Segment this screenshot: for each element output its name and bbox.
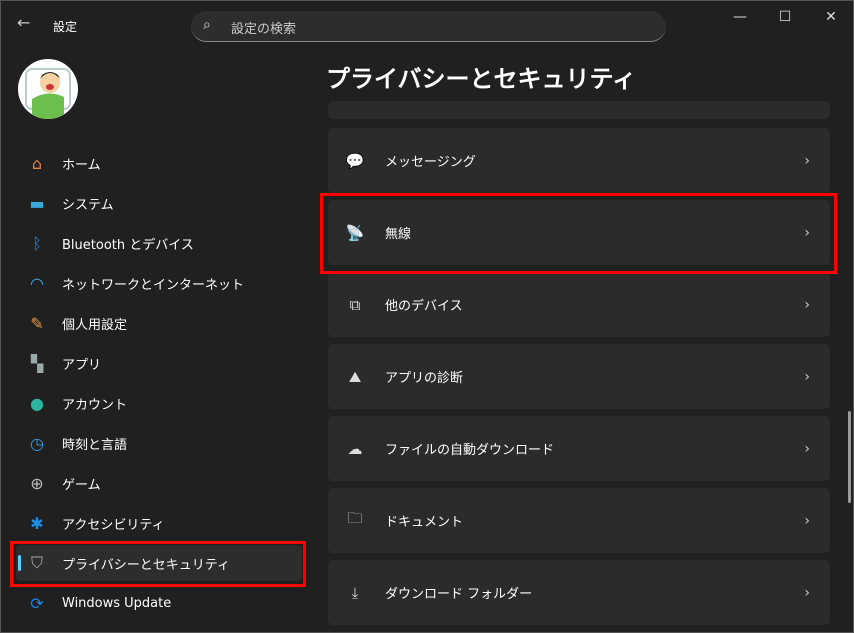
sidebar-item-label: アカウント xyxy=(62,397,128,413)
search-icon: ⌕ xyxy=(203,17,211,33)
sidebar-item-label: 時刻と言語 xyxy=(62,437,128,453)
settings-card[interactable]: ☁ ファイルの自動ダウンロード › xyxy=(328,416,830,481)
sidebar-item-label: Windows Update xyxy=(62,595,172,611)
chevron-right-icon: › xyxy=(804,512,810,529)
chevron-right-icon: › xyxy=(804,152,810,169)
scrollbar[interactable] xyxy=(848,411,851,503)
sidebar-item[interactable]: ▬ システム xyxy=(16,185,302,221)
highlight-box xyxy=(10,541,306,587)
chevron-right-icon: › xyxy=(804,584,810,601)
search-input[interactable]: ⌕ 設定の検索 xyxy=(191,11,666,42)
sidebar-item[interactable]: ⌂ ホーム xyxy=(16,145,302,181)
chevron-right-icon: › xyxy=(804,440,810,457)
settings-card[interactable]: ⛰ アプリの診断 › xyxy=(328,344,830,409)
back-icon[interactable]: ← xyxy=(17,13,30,32)
sidebar-item-label: 個人用設定 xyxy=(62,317,128,333)
settings-card[interactable]: 🗀 ドキュメント › xyxy=(328,488,830,553)
sidebar-item[interactable]: ⟳ Windows Update xyxy=(16,585,302,621)
message-icon: 💬 xyxy=(345,151,365,170)
sidebar-item-label: アプリ xyxy=(62,357,102,373)
cloud-icon: ☁ xyxy=(347,439,363,458)
sidebar-item[interactable]: ▚ アプリ xyxy=(16,345,302,381)
sidebar-item[interactable]: ✱ アクセシビリティ xyxy=(16,505,302,541)
window-title: 設定 xyxy=(53,20,78,34)
sidebar-item-label: システム xyxy=(62,197,114,213)
sidebar-item-label: ネットワークとインターネット xyxy=(62,277,245,293)
sidebar-item-label: Bluetooth とデバイス xyxy=(62,237,194,253)
card-label: メッセージング xyxy=(385,155,476,170)
wifi-icon: ◠ xyxy=(30,273,44,293)
settings-card[interactable]: ⤓ ダウンロード フォルダー › xyxy=(328,560,830,625)
bluetooth-icon: ᛒ xyxy=(32,233,42,253)
home-icon: ⌂ xyxy=(31,153,43,173)
card-label: アプリの診断 xyxy=(385,371,464,386)
gamepad-icon: ⊕ xyxy=(30,473,44,493)
settings-card[interactable]: 💬 メッセージング › xyxy=(328,128,830,193)
chevron-right-icon: › xyxy=(804,368,810,385)
card-label: ダウンロード フォルダー xyxy=(385,587,533,602)
accessibility-icon: ✱ xyxy=(30,513,44,533)
sidebar-item[interactable]: ✎ 個人用設定 xyxy=(16,305,302,341)
devices-icon: ⧉ xyxy=(349,295,361,314)
diagnostics-icon: ⛰ xyxy=(348,367,362,386)
card-partial[interactable] xyxy=(328,101,830,119)
card-label: 他のデバイス xyxy=(385,299,463,314)
settings-card[interactable]: ⧉ 他のデバイス › xyxy=(328,272,830,337)
system-icon: ▬ xyxy=(29,193,45,213)
sidebar-item[interactable]: ⊕ ゲーム xyxy=(16,465,302,501)
sidebar-item-label: ゲーム xyxy=(62,477,101,493)
sidebar-item[interactable]: ◷ 時刻と言語 xyxy=(16,425,302,461)
apps-icon: ▚ xyxy=(30,353,44,373)
page-title: プライバシーとセキュリティ xyxy=(326,65,637,93)
brush-icon: ✎ xyxy=(30,313,44,333)
card-label: ドキュメント xyxy=(385,515,464,530)
download-folder-icon: ⤓ xyxy=(351,583,359,602)
card-label: ファイルの自動ダウンロード xyxy=(385,443,555,458)
search-placeholder: 設定の検索 xyxy=(231,22,297,37)
time-language-icon: ◷ xyxy=(30,433,44,453)
sidebar-item[interactable]: ◠ ネットワークとインターネット xyxy=(16,265,302,301)
account-icon: ● xyxy=(30,393,44,413)
avatar[interactable] xyxy=(18,59,78,119)
minimize-button[interactable]: — xyxy=(725,9,755,25)
sidebar-item-label: アクセシビリティ xyxy=(62,517,165,533)
documents-icon: 🗀 xyxy=(347,509,363,527)
maximize-button[interactable]: ☐ xyxy=(770,9,800,25)
sidebar-item[interactable]: ᛒ Bluetooth とデバイス xyxy=(16,225,302,261)
highlight-box xyxy=(320,193,837,274)
sidebar-item[interactable]: ● アカウント xyxy=(16,385,302,421)
update-icon: ⟳ xyxy=(30,593,44,613)
sidebar-item-label: ホーム xyxy=(62,157,101,173)
close-button[interactable]: ✕ xyxy=(816,9,846,25)
chevron-right-icon: › xyxy=(804,296,810,313)
